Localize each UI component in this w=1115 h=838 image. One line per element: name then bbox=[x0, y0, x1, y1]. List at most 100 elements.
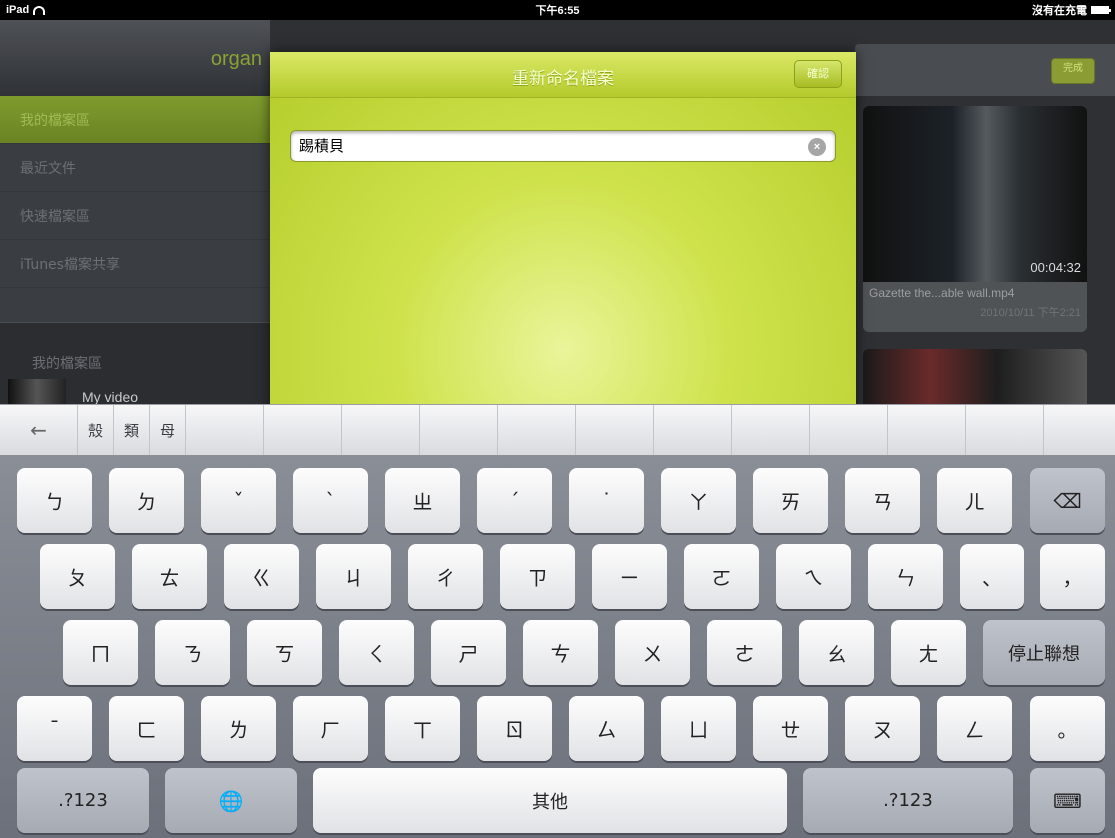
key-bopomofo[interactable]: ㄨ bbox=[615, 620, 690, 685]
sheet-header: 重新命名檔案 確認 bbox=[270, 52, 856, 98]
key-bopomofo[interactable]: ㄛ bbox=[684, 544, 759, 609]
backspace-key[interactable]: ⌫ bbox=[1030, 468, 1105, 533]
candidate-slot[interactable] bbox=[888, 405, 966, 455]
key-bopomofo[interactable]: ㄚ bbox=[661, 468, 736, 533]
key-bopomofo[interactable]: ㄧ bbox=[592, 544, 667, 609]
video-card[interactable]: 00:04:32 Gazette the...able wall.mp4 201… bbox=[863, 106, 1087, 332]
key-bopomofo[interactable]: ㄢ bbox=[845, 468, 920, 533]
key-bopomofo[interactable]: ㄞ bbox=[753, 468, 828, 533]
key-bopomofo[interactable]: ㄆ bbox=[40, 544, 115, 609]
candidate-slot[interactable] bbox=[342, 405, 420, 455]
candidate-bar: ← 殼 類 母 bbox=[0, 404, 1115, 456]
key-bopomofo[interactable]: ㄋ bbox=[155, 620, 230, 685]
stop-association-key[interactable]: 停止聯想 bbox=[983, 620, 1105, 685]
key-bopomofo[interactable]: ㄖ bbox=[477, 696, 552, 761]
key-bopomofo[interactable]: ㄑ bbox=[339, 620, 414, 685]
candidate-back-arrow-icon[interactable]: ← bbox=[0, 405, 78, 455]
video-date: 2010/10/11 下午2:21 bbox=[980, 307, 1081, 319]
key-tone[interactable]: ˙ bbox=[569, 468, 644, 533]
sidebar: organ 我的檔案區 最近文件 快速檔案區 iTunes檔案共享 我的檔案區 … bbox=[0, 20, 270, 404]
key-bopomofo[interactable]: ㄐ bbox=[316, 544, 391, 609]
key-bopomofo[interactable]: ㄥ bbox=[937, 696, 1012, 761]
device-name: iPad bbox=[6, 4, 30, 16]
content-toolbar: 完成 bbox=[855, 44, 1115, 96]
key-bopomofo[interactable]: ㄜ bbox=[707, 620, 782, 685]
key-bopomofo[interactable]: ㄅ bbox=[17, 468, 92, 533]
status-bar: iPad 下午6:55 沒有在充電 bbox=[0, 0, 1115, 20]
key-bopomofo[interactable]: ㄊ bbox=[132, 544, 207, 609]
wifi-icon bbox=[33, 5, 46, 15]
sidebar-item-recent[interactable]: 最近文件 bbox=[0, 144, 270, 192]
key-punctuation[interactable]: 、 bbox=[960, 544, 1024, 609]
key-tone[interactable]: ˊ bbox=[477, 468, 552, 533]
key-bopomofo[interactable]: ㄝ bbox=[753, 696, 828, 761]
content-area: 完成 00:04:32 Gazette the...able wall.mp4 … bbox=[855, 44, 1115, 404]
key-bopomofo[interactable]: ㄡ bbox=[845, 696, 920, 761]
video-thumbnail-2[interactable] bbox=[863, 349, 1087, 404]
candidate-item[interactable]: 母 bbox=[150, 405, 186, 455]
sheet-title: 重新命名檔案 bbox=[512, 69, 614, 89]
key-bopomofo[interactable]: ㄣ bbox=[868, 544, 943, 609]
charging-status: 沒有在充電 bbox=[1032, 5, 1087, 17]
confirm-button[interactable]: 確認 bbox=[794, 60, 842, 88]
key-bopomofo[interactable]: ㄌ bbox=[201, 696, 276, 761]
candidate-slot[interactable] bbox=[654, 405, 732, 455]
key-bopomofo[interactable]: ㄘ bbox=[523, 620, 598, 685]
sidebar-item-quick[interactable]: 快速檔案區 bbox=[0, 192, 270, 240]
key-punctuation[interactable]: 。 bbox=[1030, 696, 1105, 761]
section-title: 我的檔案區 bbox=[32, 356, 102, 372]
app-background: organ 我的檔案區 最近文件 快速檔案區 iTunes檔案共享 我的檔案區 … bbox=[0, 20, 1115, 404]
key-bopomofo[interactable]: ㄓ bbox=[385, 468, 460, 533]
candidate-slot[interactable] bbox=[264, 405, 342, 455]
key-bopomofo[interactable]: ㄕ bbox=[431, 620, 506, 685]
candidate-slot[interactable] bbox=[732, 405, 810, 455]
key-bopomofo[interactable]: ㄟ bbox=[776, 544, 851, 609]
key-bopomofo[interactable]: ㄦ bbox=[937, 468, 1012, 533]
key-bopomofo[interactable]: ㄗ bbox=[500, 544, 575, 609]
clear-icon[interactable]: × bbox=[808, 138, 826, 156]
sidebar-item-my-files[interactable]: 我的檔案區 bbox=[0, 96, 270, 144]
battery-icon bbox=[1091, 6, 1111, 14]
sidebar-title: organ bbox=[210, 48, 262, 70]
keyboard: ㄅ ㄉ ˇ ˋ ㄓ ˊ ˙ ㄚ ㄞ ㄢ ㄦ ⌫ ㄆ ㄊ ㄍ ㄐ ㄔ ㄗ ㄧ ㄛ … bbox=[0, 456, 1115, 838]
key-bopomofo[interactable]: ㄒ bbox=[385, 696, 460, 761]
video-name: Gazette the...able wall.mp4 bbox=[869, 286, 1015, 300]
hide-keyboard-icon[interactable]: ⌨ bbox=[1030, 768, 1105, 833]
key-bopomofo[interactable]: ㄍ bbox=[224, 544, 299, 609]
video-thumbnail bbox=[863, 106, 1087, 282]
key-tone[interactable]: ˋ bbox=[293, 468, 368, 533]
key-bopomofo[interactable]: ㄤ bbox=[891, 620, 966, 685]
key-bopomofo[interactable]: ㄙ bbox=[569, 696, 644, 761]
video-duration: 00:04:32 bbox=[1030, 260, 1081, 275]
filename-input[interactable]: 踢積貝 bbox=[290, 130, 836, 162]
key-bopomofo[interactable]: ㄩ bbox=[661, 696, 736, 761]
candidate-slot[interactable] bbox=[576, 405, 654, 455]
video-thumbnail[interactable] bbox=[8, 379, 66, 404]
key-bopomofo[interactable]: ㄔ bbox=[408, 544, 483, 609]
key-tone[interactable]: ˉ bbox=[17, 696, 92, 761]
key-tone[interactable]: ˇ bbox=[201, 468, 276, 533]
video-label[interactable]: My video bbox=[82, 389, 138, 404]
key-bopomofo[interactable]: ㄉ bbox=[109, 468, 184, 533]
key-punctuation[interactable]: ， bbox=[1040, 544, 1105, 609]
numbers-key[interactable]: .?123 bbox=[17, 768, 149, 833]
candidate-slot[interactable] bbox=[966, 405, 1044, 455]
candidate-slot[interactable] bbox=[420, 405, 498, 455]
candidate-item[interactable]: 殼 bbox=[78, 405, 114, 455]
key-bopomofo[interactable]: ㄈ bbox=[109, 696, 184, 761]
rename-sheet: 重新命名檔案 確認 踢積貝 × bbox=[270, 52, 856, 404]
candidate-slot[interactable] bbox=[186, 405, 264, 455]
key-bopomofo[interactable]: ㄎ bbox=[247, 620, 322, 685]
sidebar-item-itunes[interactable]: iTunes檔案共享 bbox=[0, 240, 270, 288]
numbers-key[interactable]: .?123 bbox=[803, 768, 1013, 833]
key-bopomofo[interactable]: ㄇ bbox=[63, 620, 138, 685]
candidate-slot[interactable] bbox=[810, 405, 888, 455]
key-bopomofo[interactable]: ㄏ bbox=[293, 696, 368, 761]
candidate-item[interactable]: 類 bbox=[114, 405, 150, 455]
done-button[interactable]: 完成 bbox=[1051, 58, 1095, 84]
sidebar-header: organ bbox=[0, 20, 270, 96]
candidate-slot[interactable] bbox=[498, 405, 576, 455]
key-bopomofo[interactable]: ㄠ bbox=[799, 620, 874, 685]
globe-icon[interactable]: 🌐 bbox=[165, 768, 297, 833]
space-key[interactable]: 其他 bbox=[313, 768, 787, 833]
